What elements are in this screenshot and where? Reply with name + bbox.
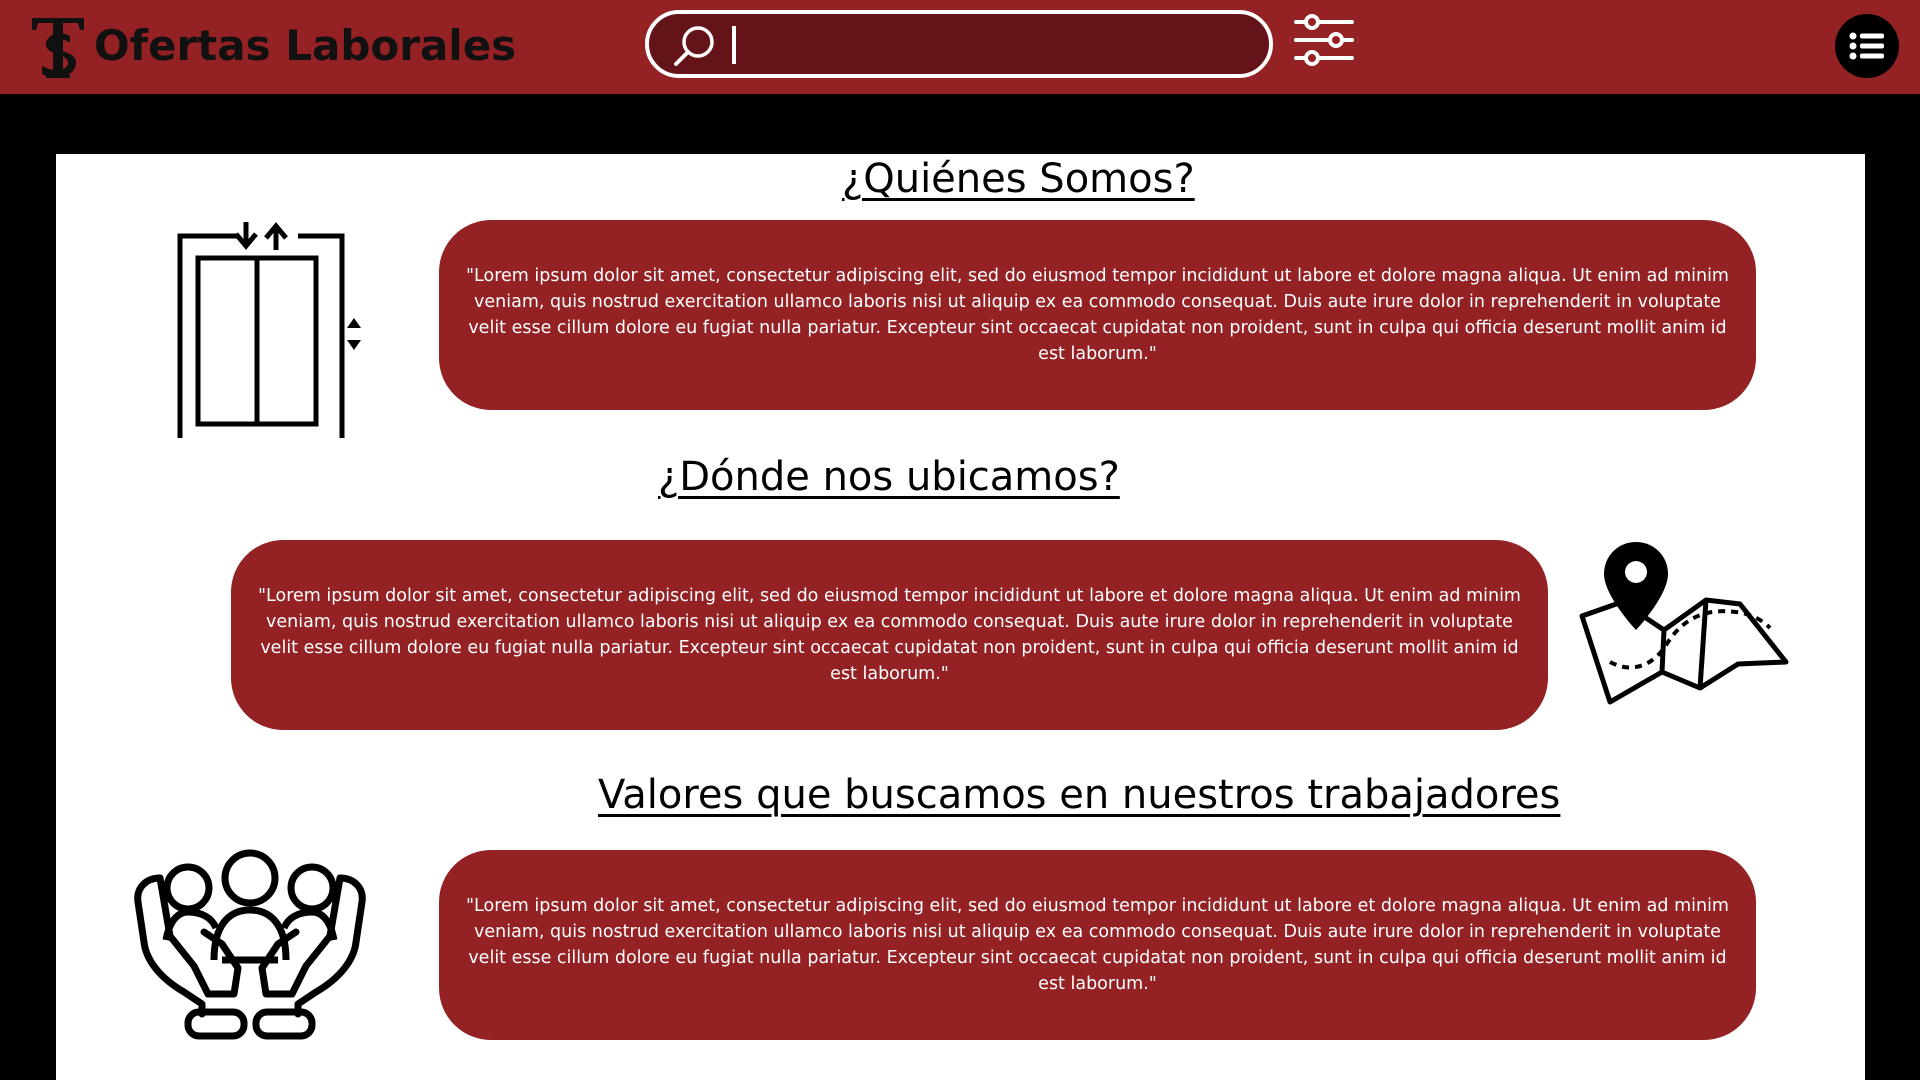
section-heading-donde-ubicamos: ¿Dónde nos ubicamos? [658,454,1120,500]
section-card-valores: "Lorem ipsum dolor sit amet, consectetur… [439,850,1756,1040]
team-hands-icon [134,849,366,1040]
text-caret [732,26,736,64]
content-panel: ¿Quiénes Somos? "Lorem ipsum dolor sit a… [56,154,1865,1080]
search-input[interactable] [745,22,1249,68]
section-card-donde-ubicamos: "Lorem ipsum dolor sit amet, consectetur… [231,540,1548,730]
map-location-icon [1579,542,1789,705]
section-heading-valores: Valores que buscamos en nuestros trabaja… [598,772,1561,818]
sliders-icon[interactable] [1292,13,1356,67]
list-menu-icon [1849,32,1884,60]
ts-monogram-logo[interactable] [30,14,86,80]
elevator-icon [177,222,361,438]
search-icon[interactable] [671,23,717,69]
section-card-quienes-somos: "Lorem ipsum dolor sit amet, consectetur… [439,220,1756,410]
search-bar[interactable] [645,10,1273,78]
menu-button[interactable] [1835,14,1899,78]
app-title[interactable]: Ofertas Laborales [94,18,516,74]
section-heading-quienes-somos: ¿Quiénes Somos? [842,156,1195,202]
top-bar: Ofertas Laborales [0,0,1920,94]
